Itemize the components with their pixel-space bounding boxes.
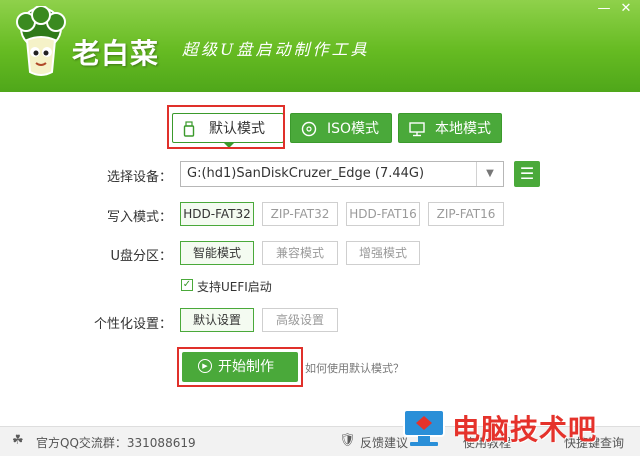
disc-icon (301, 114, 317, 144)
write-mode-zip-fat16[interactable]: ZIP-FAT16 (428, 202, 504, 226)
minimize-button[interactable]: — (596, 2, 612, 16)
status-bar: ☘ 官方QQ交流群：331088619 🛡 反馈建议 使用教程 快捷键查询 (0, 426, 640, 456)
cabbage-logo (16, 6, 66, 76)
app-title: 老白菜 (72, 37, 160, 70)
feedback-icon: 🛡 (339, 433, 356, 448)
tab-default-mode[interactable]: 默认模式 (172, 113, 284, 143)
menu-icon[interactable]: ☰ (514, 161, 540, 187)
write-mode-hdd-fat32[interactable]: HDD-FAT32 (180, 202, 254, 226)
write-mode-label: 写入模式： (106, 210, 172, 225)
personalize-label: 个性化设置： (93, 317, 172, 332)
qq-group-icon: ☘ (12, 433, 24, 448)
uefi-checkbox[interactable]: ✓ (181, 279, 193, 291)
tab-iso-mode[interactable]: ISO模式 (290, 113, 392, 143)
tutorial-link[interactable]: 使用教程 (463, 434, 511, 451)
monitor-icon (409, 114, 425, 144)
tab-local-mode[interactable]: 本地模式 (398, 113, 502, 143)
title-bar: 老白菜 超级U盘启动制作工具 — ✕ (0, 0, 640, 92)
app-slogan: 超级U盘启动制作工具 (182, 40, 370, 59)
tab-local-mode-label: 本地模式 (435, 121, 491, 137)
personalize-default[interactable]: 默认设置 (180, 308, 254, 332)
chevron-down-icon[interactable]: ▼ (476, 162, 503, 186)
active-tab-pointer (224, 143, 234, 148)
usb-drive-icon (183, 114, 195, 144)
tab-iso-mode-label: ISO模式 (327, 121, 380, 137)
write-mode-hdd-fat16[interactable]: HDD-FAT16 (346, 202, 420, 226)
partition-label: U盘分区： (110, 249, 172, 264)
write-mode-zip-fat32[interactable]: ZIP-FAT32 (262, 202, 338, 226)
partition-enhanced-mode[interactable]: 增强模式 (346, 241, 420, 265)
device-select[interactable]: G:(hd1)SanDiskCruzer_Edge (7.44G) ▼ (180, 161, 504, 187)
start-button-label: 开始制作 (218, 359, 274, 375)
play-icon: ▶ (198, 359, 212, 373)
personalize-advanced[interactable]: 高级设置 (262, 308, 338, 332)
feedback-link[interactable]: 反馈建议 (360, 434, 408, 451)
close-button[interactable]: ✕ (618, 2, 634, 16)
help-link[interactable]: 如何使用默认模式？ (305, 360, 404, 376)
shortcut-link[interactable]: 快捷键查询 (564, 434, 624, 451)
tab-default-mode-label: 默认模式 (209, 121, 265, 137)
device-label: 选择设备： (106, 170, 172, 185)
partition-compatible-mode[interactable]: 兼容模式 (262, 241, 338, 265)
uefi-label: 支持UEFI启动 (197, 280, 272, 294)
qq-group-text: 官方QQ交流群：331088619 (36, 436, 196, 450)
start-button[interactable]: ▶ 开始制作 (182, 352, 298, 382)
device-select-value: G:(hd1)SanDiskCruzer_Edge (7.44G) (187, 166, 425, 181)
partition-smart-mode[interactable]: 智能模式 (180, 241, 254, 265)
